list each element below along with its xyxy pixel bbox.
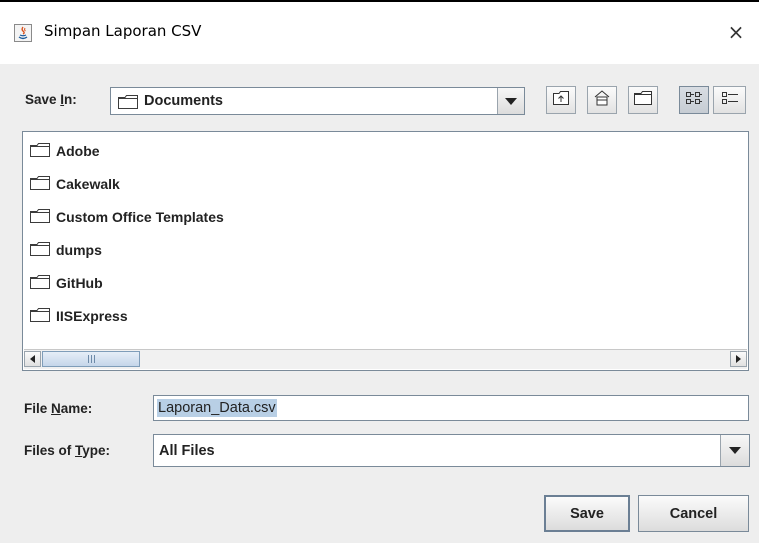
list-view-button[interactable]	[679, 86, 709, 114]
horizontal-scrollbar[interactable]	[24, 349, 747, 369]
close-icon[interactable]: ×	[721, 14, 751, 50]
details-view-icon	[721, 90, 739, 111]
scroll-left-button[interactable]	[24, 351, 41, 367]
file-type-value: All Files	[159, 443, 215, 459]
chevron-down-icon[interactable]	[720, 435, 749, 466]
list-item[interactable]: Adobe	[30, 140, 100, 162]
file-type-label-text: Files of	[24, 443, 76, 458]
location-value: Documents	[144, 93, 223, 109]
cancel-button[interactable]: Cancel	[638, 495, 749, 532]
list-item[interactable]: Cakewalk	[30, 173, 120, 195]
list-view-icon	[685, 90, 703, 111]
chevron-down-icon[interactable]	[497, 88, 524, 114]
location-combo[interactable]: Documents	[110, 87, 525, 115]
folder-icon	[30, 307, 50, 325]
list-item[interactable]: IISExpress	[30, 305, 128, 327]
up-one-level-icon	[552, 90, 570, 111]
save-button[interactable]: Save	[544, 495, 630, 532]
save-dialog: Simpan Laporan CSV × Save In: Documents …	[0, 0, 759, 543]
file-name-label: File Name:	[24, 401, 92, 416]
list-item[interactable]: Custom Office Templates	[30, 206, 224, 228]
home-button[interactable]	[587, 86, 617, 114]
file-name-label-suffix: ame:	[60, 401, 93, 416]
details-view-button[interactable]	[713, 86, 746, 114]
file-type-label: Files of Type:	[24, 443, 110, 458]
list-item-label: Cakewalk	[56, 176, 120, 192]
file-type-label-suffix: ype:	[82, 443, 111, 458]
list-item-label: Adobe	[56, 143, 100, 159]
folder-icon	[30, 208, 50, 226]
list-item-label: IISExpress	[56, 308, 128, 324]
title-bar: Simpan Laporan CSV ×	[0, 2, 759, 64]
folder-icon	[118, 94, 138, 114]
window-title: Simpan Laporan CSV	[44, 22, 202, 40]
list-item[interactable]: GitHub	[30, 272, 103, 294]
scrollbar-thumb[interactable]	[42, 351, 140, 367]
save-in-label-text: Save	[25, 92, 61, 107]
list-item-label: dumps	[56, 242, 102, 258]
folder-icon	[30, 274, 50, 292]
save-in-label: Save In:	[25, 92, 77, 107]
list-item[interactable]: dumps	[30, 239, 102, 261]
folder-icon	[30, 142, 50, 160]
java-app-icon	[14, 24, 32, 42]
scroll-right-button[interactable]	[730, 351, 747, 367]
folder-icon	[30, 241, 50, 259]
save-in-label-suffix: n:	[64, 92, 77, 107]
scroll-right-icon	[736, 355, 741, 363]
new-folder-button[interactable]	[628, 86, 658, 114]
file-list[interactable]: Adobe Cakewalk Custom Office Templates dump…	[22, 131, 749, 371]
file-name-label-text: File	[24, 401, 52, 416]
home-icon	[593, 89, 611, 112]
list-item-label: GitHub	[56, 275, 103, 291]
list-item-label: Custom Office Templates	[56, 209, 224, 225]
file-name-input[interactable]	[154, 396, 748, 420]
file-name-field[interactable]	[153, 395, 749, 421]
file-type-select[interactable]: All Files	[153, 434, 750, 467]
up-one-level-button[interactable]	[546, 86, 576, 114]
new-folder-icon	[633, 90, 653, 111]
scroll-left-icon	[30, 355, 35, 363]
folder-icon	[30, 175, 50, 193]
file-name-mnemonic: N	[51, 401, 61, 416]
